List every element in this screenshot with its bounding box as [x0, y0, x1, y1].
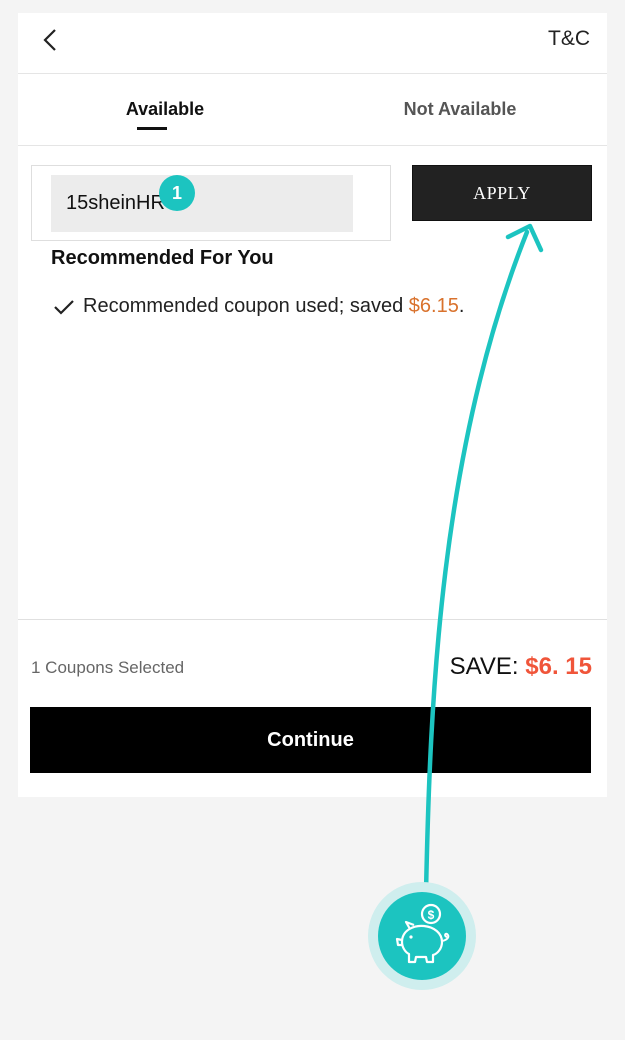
saved-amount: $6.15	[408, 295, 459, 317]
save-summary: SAVE: $6. 15	[450, 653, 592, 681]
recommended-message-end: .	[458, 295, 465, 317]
piggy-bank-badge: $	[368, 882, 476, 990]
checkmark-icon	[54, 299, 74, 315]
step-number-badge: 1	[159, 175, 195, 211]
terms-link[interactable]: T&C	[548, 27, 590, 51]
header: T&C	[18, 13, 607, 74]
coupon-panel: T&C Available Not Available APPLY Recomm…	[18, 13, 607, 797]
footer-divider	[18, 619, 607, 620]
tab-not-available[interactable]: Not Available	[313, 74, 607, 145]
coupons-selected-count: 1 Coupons Selected	[31, 658, 185, 677]
back-button[interactable]	[36, 25, 66, 55]
continue-button[interactable]: Continue	[30, 707, 591, 773]
save-value: $6. 15	[525, 653, 592, 680]
piggy-bank-icon: $	[395, 903, 450, 964]
save-label: SAVE:	[449, 653, 526, 680]
recommended-title: Recommended For You	[51, 247, 274, 269]
recommended-message: Recommended coupon used; saved $6.15.	[53, 295, 464, 318]
coupon-input-wrapper	[51, 175, 353, 232]
coupon-code-box	[31, 165, 391, 241]
recommended-message-text: Recommended coupon used; saved	[83, 295, 409, 317]
active-tab-indicator	[137, 127, 167, 130]
piggy-bank-badge-inner: $	[378, 892, 466, 980]
tab-available[interactable]: Available	[18, 74, 312, 145]
apply-button[interactable]: APPLY	[412, 165, 592, 221]
svg-text:$: $	[428, 908, 435, 922]
chevron-left-icon	[43, 29, 56, 51]
coupon-code-input[interactable]	[51, 175, 353, 232]
tab-bar: Available Not Available	[18, 74, 607, 146]
